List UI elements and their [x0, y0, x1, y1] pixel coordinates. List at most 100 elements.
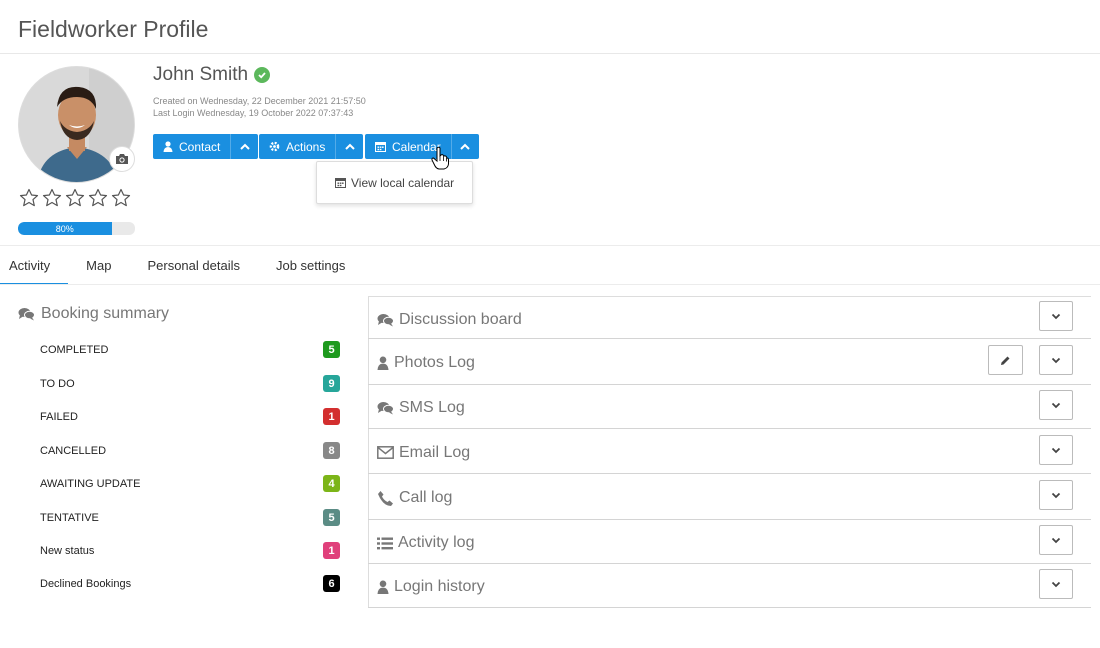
rating-stars[interactable] — [19, 188, 131, 208]
booking-status-count-badge: 1 — [323, 408, 340, 425]
booking-status-row[interactable]: TENTATIVE 5 — [40, 509, 340, 526]
phone-icon — [377, 490, 394, 507]
login-history-panel: Login history — [368, 564, 1091, 608]
verified-icon — [254, 67, 271, 83]
booking-status-count-badge: 9 — [323, 375, 340, 392]
sms-log-panel-label: SMS Log — [399, 399, 465, 416]
envelope-icon — [377, 446, 394, 459]
last-login-date: Last Login Wednesday, 19 October 2022 07… — [153, 108, 354, 118]
contact-button[interactable]: Contact — [153, 134, 230, 159]
tab-map[interactable]: Map — [68, 246, 129, 284]
sms-log-expand-button[interactable] — [1039, 390, 1073, 420]
user-icon — [377, 580, 389, 594]
list-icon — [377, 537, 393, 550]
calendar-icon — [375, 142, 386, 152]
comments-icon — [377, 401, 394, 415]
booking-status-row[interactable]: TO DO 9 — [40, 375, 340, 392]
account-meta: Created on Wednesday, 22 December 2021 2… — [153, 95, 366, 119]
camera-icon — [116, 154, 128, 164]
profile-tabs: Activity Map Personal details Job settings — [0, 246, 363, 285]
page-title: Fieldworker Profile — [18, 16, 209, 42]
comments-icon — [18, 308, 35, 321]
contact-dropdown-toggle[interactable] — [230, 134, 258, 159]
booking-status-row[interactable]: COMPLETED 5 — [40, 341, 340, 358]
login-history-panel-title[interactable]: Login history — [377, 578, 485, 596]
tabs-bottom-divider — [0, 284, 1100, 285]
chevron-down-icon — [1051, 313, 1061, 319]
discussion-board-panel-title[interactable]: Discussion board — [377, 311, 522, 329]
tab-activity[interactable]: Activity — [0, 246, 69, 285]
activity-log-panel: Activity log — [368, 520, 1091, 564]
profile-completion-bar: 80% — [18, 222, 135, 235]
booking-status-label: COMPLETED — [40, 343, 109, 356]
star-icon[interactable] — [111, 188, 131, 208]
actions-button[interactable]: Actions — [259, 134, 335, 159]
booking-summary-title: Booking summary — [18, 305, 169, 323]
photos-log-edit-button[interactable] — [988, 345, 1023, 375]
chevron-down-icon — [1051, 402, 1061, 408]
booking-status-label: CANCELLED — [40, 444, 107, 457]
created-date: Created on Wednesday, 22 December 2021 2… — [153, 96, 366, 106]
booking-status-label: AWAITING UPDATE — [40, 477, 141, 490]
booking-status-row[interactable]: CANCELLED 8 — [40, 442, 340, 459]
call-log-panel-label: Call log — [399, 489, 453, 506]
booking-status-count-badge: 5 — [323, 509, 340, 526]
booking-summary-label: Booking summary — [41, 305, 170, 322]
booking-status-label: TENTATIVE — [40, 511, 99, 524]
photos-log-panel: Photos Log — [368, 339, 1091, 385]
chevron-down-icon — [1051, 447, 1061, 453]
photos-log-panel-label: Photos Log — [394, 354, 475, 371]
star-icon[interactable] — [88, 188, 108, 208]
hand-cursor-icon — [431, 146, 449, 170]
call-log-panel-title[interactable]: Call log — [377, 489, 452, 507]
tab-job-settings[interactable]: Job settings — [258, 246, 363, 284]
booking-status-row[interactable]: New status 1 — [40, 542, 340, 559]
chevron-down-icon — [1051, 357, 1061, 363]
activity-log-panel-title[interactable]: Activity log — [377, 534, 474, 552]
email-log-panel-label: Email Log — [399, 443, 471, 461]
login-history-panel-label: Login history — [394, 578, 485, 595]
discussion-board-expand-button[interactable] — [1039, 301, 1073, 331]
chevron-down-icon — [1051, 492, 1061, 498]
tab-personal-details[interactable]: Personal details — [129, 246, 258, 284]
login-history-expand-button[interactable] — [1039, 569, 1073, 599]
photos-log-expand-button[interactable] — [1039, 345, 1073, 375]
contact-button-group: Contact — [153, 134, 259, 159]
booking-status-row[interactable]: FAILED 1 — [40, 408, 340, 425]
booking-status-count-badge: 6 — [323, 575, 340, 592]
email-log-panel: Email Log — [368, 429, 1091, 474]
email-log-expand-button[interactable] — [1039, 435, 1073, 465]
user-icon — [163, 141, 173, 152]
booking-status-label: TO DO — [40, 377, 75, 390]
star-icon[interactable] — [65, 188, 85, 208]
star-icon[interactable] — [19, 188, 39, 208]
activity-log-panel-label: Activity log — [398, 534, 475, 551]
calendar-dropdown-menu-item[interactable]: View local calendar — [316, 161, 473, 204]
booking-status-row[interactable]: AWAITING UPDATE 4 — [40, 475, 340, 492]
chevron-down-icon — [1051, 581, 1061, 587]
pencil-icon — [1001, 356, 1010, 365]
sms-log-panel-title[interactable]: SMS Log — [377, 399, 465, 417]
calendar-icon — [335, 178, 346, 188]
title-divider — [0, 53, 1100, 54]
actions-dropdown-toggle[interactable] — [335, 134, 363, 159]
contact-button-label: Contact — [179, 139, 221, 154]
user-name: John Smith — [153, 64, 249, 85]
call-log-expand-button[interactable] — [1039, 480, 1073, 510]
change-photo-button[interactable] — [109, 146, 135, 172]
booking-status-label: Declined Bookings — [40, 577, 132, 590]
email-log-panel-title[interactable]: Email Log — [377, 444, 470, 462]
booking-status-row[interactable]: Declined Bookings 6 — [40, 575, 340, 592]
photos-log-panel-title[interactable]: Photos Log — [377, 354, 475, 372]
booking-status-count-badge: 8 — [323, 442, 340, 459]
call-log-panel: Call log — [368, 474, 1091, 520]
star-icon[interactable] — [42, 188, 62, 208]
chevron-up-icon — [345, 143, 355, 150]
sms-log-panel: SMS Log — [368, 385, 1091, 429]
chevron-up-icon — [240, 143, 250, 150]
booking-status-count-badge: 1 — [323, 542, 340, 559]
activity-log-expand-button[interactable] — [1039, 525, 1073, 555]
user-icon — [377, 356, 389, 370]
booking-status-label: FAILED — [40, 410, 78, 423]
calendar-dropdown-toggle[interactable] — [450, 134, 479, 159]
